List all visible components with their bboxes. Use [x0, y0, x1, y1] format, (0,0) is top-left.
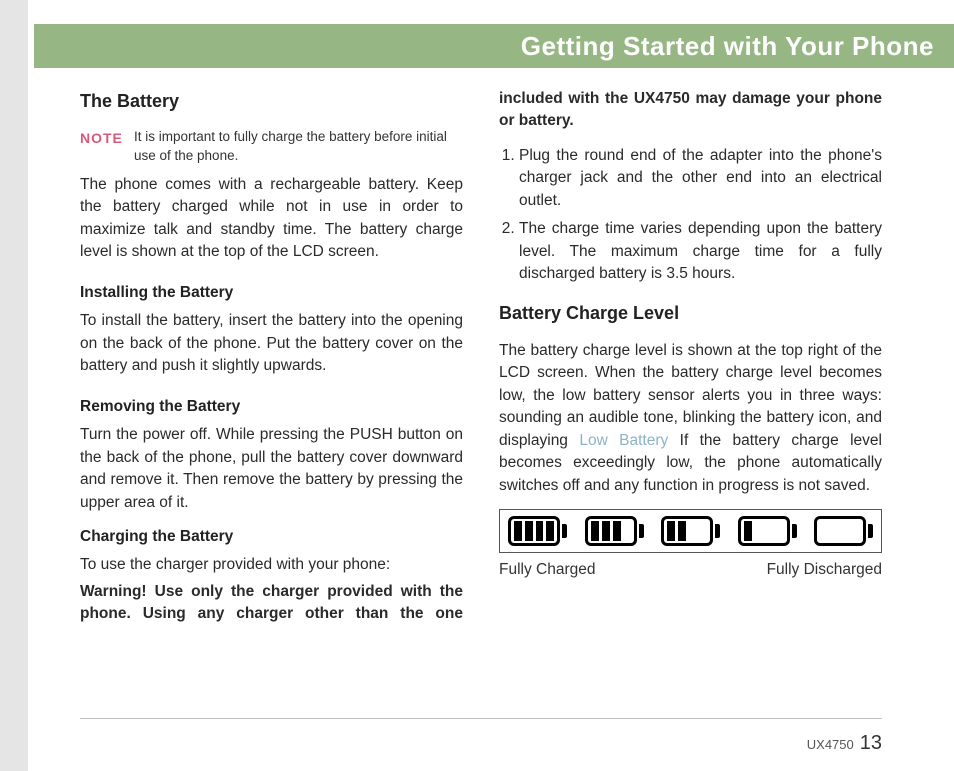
heading-charging: Charging the Battery — [80, 526, 463, 548]
heading-the-battery: The Battery — [80, 88, 463, 114]
paragraph-battery-intro: The phone comes with a rechargeable batt… — [80, 174, 463, 264]
battery-level-figure: Fully Charged Fully Discharged — [499, 509, 882, 581]
paragraph-charging-intro: To use the charger provided with your ph… — [80, 554, 463, 576]
footer-page-number: 13 — [860, 732, 882, 755]
heading-removing: Removing the Battery — [80, 396, 463, 418]
left-sidebar-strip — [0, 0, 28, 771]
paragraph-charge-level: The battery charge level is shown at the… — [499, 340, 882, 497]
step-2: The charge time varies depending upon th… — [519, 218, 882, 285]
footer-rule — [80, 718, 882, 719]
page-footer: UX4750 13 — [807, 732, 882, 755]
battery-labels-row: Fully Charged Fully Discharged — [499, 559, 882, 581]
paragraph-removing: Turn the power off. While pressing the P… — [80, 424, 463, 514]
page-header: Getting Started with Your Phone — [34, 24, 954, 68]
page-title: Getting Started with Your Phone — [521, 31, 934, 62]
low-battery-label: Low Battery — [579, 432, 668, 449]
paragraph-installing: To install the battery, insert the batte… — [80, 310, 463, 377]
label-fully-discharged: Fully Discharged — [767, 559, 882, 581]
battery-icons-row — [499, 509, 882, 553]
footer-model: UX4750 — [807, 737, 854, 752]
label-fully-charged: Fully Charged — [499, 559, 596, 581]
battery-icon-1 — [738, 516, 797, 546]
step-1: Plug the round end of the adapter into t… — [519, 145, 882, 212]
note-label: NOTE — [80, 128, 134, 148]
page-body: The Battery NOTE It is important to full… — [80, 88, 882, 683]
battery-icon-2 — [661, 516, 720, 546]
battery-icon-0 — [814, 516, 873, 546]
heading-charge-level: Battery Charge Level — [499, 300, 882, 326]
battery-icon-3 — [585, 516, 644, 546]
note-text: It is important to fully charge the batt… — [134, 128, 463, 166]
note-block: NOTE It is important to fully charge the… — [80, 128, 463, 166]
charging-steps-list: Plug the round end of the adapter into t… — [499, 145, 882, 286]
heading-installing: Installing the Battery — [80, 282, 463, 304]
battery-icon-4 — [508, 516, 567, 546]
